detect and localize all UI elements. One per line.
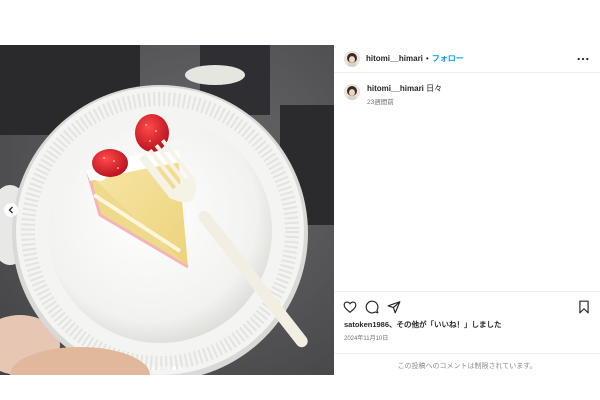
header-username[interactable]: hitomi__himari: [366, 54, 423, 63]
likes-username[interactable]: satoken1986: [344, 320, 389, 329]
post-caption: hitomi__himari 日々 23週間前: [334, 73, 600, 106]
like-button[interactable]: [343, 300, 357, 314]
comments-restricted-notice: この投稿へのコメントは制限されています。: [334, 353, 600, 371]
follow-button[interactable]: フォロー: [432, 53, 464, 64]
post-date[interactable]: 2024年11月10日: [334, 330, 600, 342]
carousel-dot: [151, 366, 155, 370]
more-options-button[interactable]: [576, 54, 590, 64]
carousel-dot: [158, 366, 162, 370]
caption-line: hitomi__himari 日々: [367, 84, 442, 94]
instagram-post: hitomi__himari • フォロー hitomi__himari 日々 …: [0, 45, 600, 375]
likes-text[interactable]: 、その他が「いいね！」しました: [389, 320, 502, 329]
caption-text: 日々: [426, 84, 443, 93]
carousel-prev-button[interactable]: [4, 203, 18, 217]
avatar[interactable]: [344, 50, 360, 67]
header-separator: •: [425, 54, 429, 63]
save-button[interactable]: [577, 300, 591, 314]
share-icon: [387, 300, 401, 313]
caption-timestamp[interactable]: 23週間前: [367, 96, 442, 106]
carousel-dot: [165, 366, 169, 370]
caption-username[interactable]: hitomi__himari: [367, 84, 424, 93]
heart-icon: [343, 300, 357, 313]
carousel-indicator: [0, 366, 334, 370]
carousel-dot: [179, 366, 183, 370]
post-header: hitomi__himari • フォロー: [334, 45, 600, 73]
cake-photo: [0, 45, 334, 375]
chevron-left-icon: [8, 206, 13, 214]
share-button[interactable]: [387, 300, 401, 314]
post-side-panel: hitomi__himari • フォロー hitomi__himari 日々 …: [334, 45, 600, 375]
caption-avatar[interactable]: [344, 84, 360, 100]
comment-icon: [365, 300, 379, 313]
post-photo[interactable]: [0, 45, 334, 375]
post-actions-section: satoken1986、その他が「いいね！」しました 2024年11月10日: [334, 291, 600, 342]
avatar-image: [344, 84, 360, 100]
bookmark-icon: [579, 300, 589, 313]
ellipsis-icon: [577, 57, 589, 60]
caption-body: hitomi__himari 日々 23週間前: [367, 84, 442, 106]
avatar-image: [344, 50, 360, 67]
comment-button[interactable]: [365, 300, 379, 314]
likes-summary: satoken1986、その他が「いいね！」しました: [334, 314, 600, 330]
carousel-dot-active: [172, 366, 176, 370]
action-bar: [334, 292, 600, 314]
